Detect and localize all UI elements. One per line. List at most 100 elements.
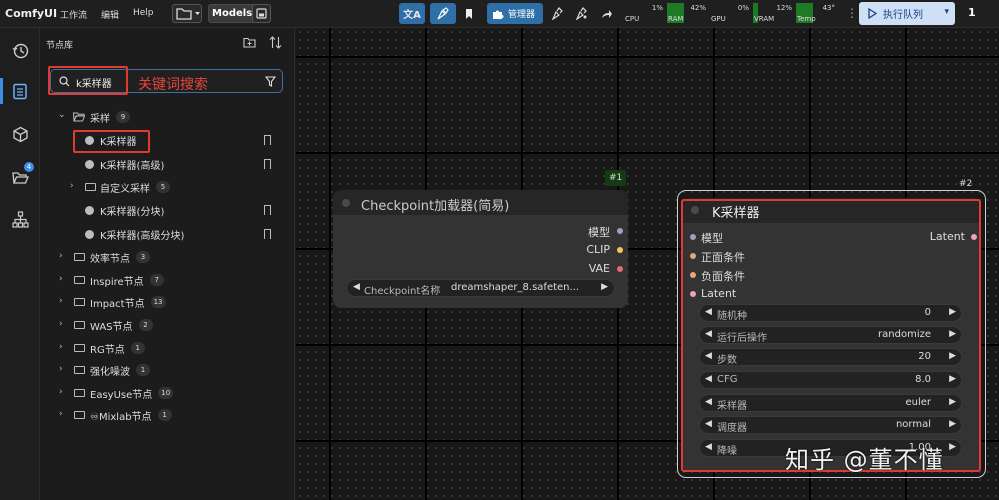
- tree-folder-rg[interactable]: › RG节点 1: [40, 338, 295, 358]
- ram-value: 42%: [690, 4, 706, 12]
- tree-folder-efficiency[interactable]: › 效率节点 3: [40, 247, 295, 267]
- node-id-badge: #2: [959, 179, 973, 189]
- templates-button[interactable]: [11, 210, 29, 228]
- chevron-right-icon: ›: [59, 296, 63, 306]
- folder-count-badge: 3: [136, 251, 150, 263]
- node-library-button[interactable]: [11, 82, 29, 100]
- node-header[interactable]: Checkpoint加载器(简易): [333, 190, 628, 215]
- sort-button[interactable]: [269, 36, 282, 52]
- chevron-down-icon: ⌄: [58, 110, 66, 120]
- tree-folder-inspire[interactable]: › Inspire节点 7: [40, 270, 295, 290]
- folder-count-badge: 1: [157, 409, 172, 421]
- sort-icon: [269, 36, 282, 49]
- temp-label: Temp: [797, 15, 816, 23]
- play-icon: [868, 8, 877, 19]
- free-memory-button[interactable]: [572, 3, 590, 24]
- folder-label: RG节点: [90, 344, 125, 356]
- arrow-right-icon[interactable]: ▶: [601, 282, 608, 292]
- tree-folder-noise[interactable]: › 强化噪波 1: [40, 360, 295, 380]
- manager-button[interactable]: 管理器: [487, 3, 543, 24]
- output-port-clip[interactable]: [617, 247, 623, 253]
- sidebar-rail: 4: [0, 28, 40, 500]
- node-library-icon: [13, 83, 27, 99]
- manager-label: 管理器: [508, 10, 536, 20]
- tree-folder-custom-sampling[interactable]: › 自定义采样 5: [40, 177, 295, 197]
- bookmark-button[interactable]: [460, 3, 478, 24]
- ksampler-highlight-box: [681, 199, 981, 472]
- top-bar: ComfyUI 工作流 编辑 Help Models 文A 管理器 CPU 1%…: [0, 0, 999, 28]
- drag-handle-icon[interactable]: ⋮: [846, 6, 858, 20]
- node-label: K采样器(分块): [100, 206, 165, 218]
- graph-canvas[interactable]: #1 Checkpoint加载器(简易) 模型 CLIP VAE ◀ Check…: [296, 28, 999, 500]
- workflows-count-badge: 4: [24, 162, 34, 172]
- tree-folder-was[interactable]: › WAS节点 2: [40, 315, 295, 335]
- vram-label: VRAM: [754, 15, 775, 23]
- translate-icon: 文A: [403, 10, 421, 21]
- history-button[interactable]: [11, 41, 29, 59]
- new-folder-button[interactable]: [243, 37, 256, 51]
- folder-icon: [74, 366, 85, 374]
- ksampler-highlight-box: [73, 130, 150, 153]
- folder-plus-icon: [243, 37, 256, 48]
- brush-icon: [437, 6, 449, 19]
- widget-value: dreamshaper_8.safeten...: [451, 282, 580, 293]
- chevron-right-icon: ›: [59, 342, 63, 352]
- folder-count-badge: 10: [158, 387, 174, 399]
- run-queue-label: 执行队列: [883, 10, 923, 21]
- panel-title: 节点库: [46, 41, 74, 51]
- bookmark-outline-icon[interactable]: [264, 135, 271, 145]
- folder-count-badge: 13: [150, 296, 166, 308]
- arrow-left-icon[interactable]: ◀: [353, 282, 360, 292]
- menu-help[interactable]: Help: [133, 8, 154, 18]
- tree-node-ksampler-tiled[interactable]: K采样器(分块): [40, 200, 295, 220]
- share-arrow-icon: [601, 10, 612, 18]
- brush-tool-button[interactable]: [430, 3, 456, 24]
- bookmark-outline-icon[interactable]: [264, 229, 271, 239]
- cube-icon: [12, 126, 28, 142]
- save-button[interactable]: [252, 4, 271, 23]
- collapse-toggle-icon[interactable]: [342, 199, 350, 207]
- unload-models-button[interactable]: [548, 3, 566, 24]
- run-options-chevron-icon[interactable]: ▾: [944, 7, 949, 17]
- filter-icon[interactable]: [265, 76, 276, 87]
- tree-folder-mixlab[interactable]: › ♾Mixlab节点 1: [40, 405, 295, 425]
- folder-icon: [74, 344, 85, 352]
- chevron-right-icon: ›: [59, 274, 63, 284]
- tree-folder-impact[interactable]: › Impact节点 13: [40, 292, 295, 312]
- save-icon: [256, 8, 267, 19]
- translate-button[interactable]: 文A: [399, 3, 425, 24]
- bookmark-outline-icon[interactable]: [264, 205, 271, 215]
- chevron-right-icon: ›: [70, 181, 74, 191]
- gpu-label: GPU: [711, 15, 726, 23]
- menu-edit[interactable]: 编辑: [101, 8, 119, 21]
- menu-workflow[interactable]: 工作流: [60, 8, 87, 21]
- chevron-right-icon: ›: [59, 409, 63, 419]
- tree-folder-easyuse[interactable]: › EasyUse节点 10: [40, 383, 295, 403]
- active-tab-indicator: [0, 78, 3, 104]
- models-button[interactable]: Models: [208, 4, 257, 23]
- tree-folder-sampling[interactable]: ⌄ 采样 9: [40, 107, 295, 127]
- search-input-value[interactable]: k采样器: [76, 75, 112, 90]
- output-port-model[interactable]: [617, 228, 623, 234]
- tree-node-ksampler-advanced[interactable]: K采样器(高级): [40, 154, 295, 174]
- node-dot-icon: [85, 230, 94, 239]
- queue-count-input[interactable]: 1: [958, 2, 994, 25]
- gpu-value: 0%: [737, 4, 749, 12]
- output-port-vae[interactable]: [617, 266, 623, 272]
- share-button[interactable]: [597, 3, 615, 24]
- folder-label: 强化噪波: [90, 366, 130, 378]
- folder-count-badge: 9: [116, 111, 130, 123]
- chevron-right-icon: ›: [59, 387, 63, 397]
- bookmark-icon: [466, 8, 472, 19]
- tree-node-ksampler-advanced-tiled[interactable]: K采样器(高级分块): [40, 224, 295, 244]
- node-dot-icon: [85, 160, 94, 169]
- run-queue-button[interactable]: 执行队列 ▾: [859, 2, 955, 25]
- app-logo[interactable]: ComfyUI: [5, 7, 57, 20]
- model-library-button[interactable]: [11, 125, 29, 143]
- node-label: K采样器(高级): [100, 160, 165, 172]
- checkpoint-loader-node[interactable]: Checkpoint加载器(简易) 模型 CLIP VAE ◀ Checkpoi…: [333, 190, 628, 308]
- workflow-folder-dropdown[interactable]: [172, 4, 202, 23]
- node-label: K采样器(高级分块): [100, 230, 185, 242]
- checkpoint-name-combo[interactable]: ◀ Checkpoint名称 dreamshaper_8.safeten... …: [346, 279, 615, 297]
- bookmark-outline-icon[interactable]: [264, 159, 271, 169]
